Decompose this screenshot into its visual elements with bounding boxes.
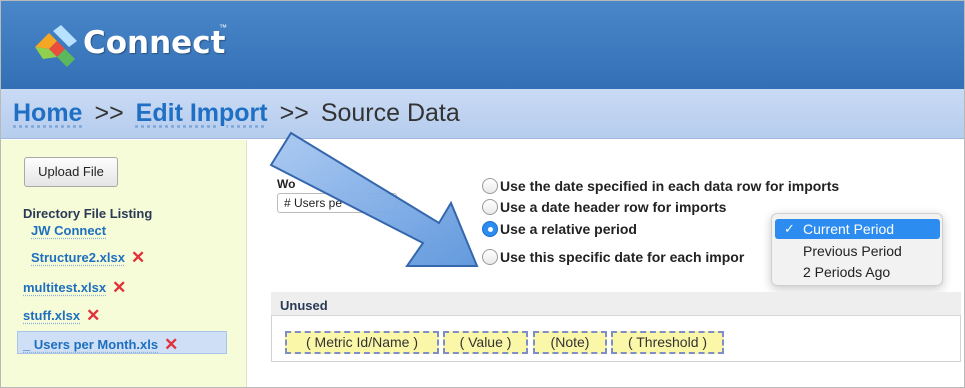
delete-file-icon[interactable]: ✕ (112, 278, 126, 297)
date-option-label: Use this specific date for each impor (500, 249, 745, 265)
delete-file-icon[interactable]: ✕ (86, 306, 100, 325)
field-chip-value[interactable]: ( Value ) (443, 331, 528, 354)
menu-item-label: Previous Period (803, 243, 902, 259)
file-item-structure2[interactable]: Structure2.xlsx ✕ (31, 247, 145, 267)
date-option-label: Use a date header row for imports (500, 199, 727, 215)
file-name: _ Users per Month.xls (23, 337, 159, 352)
menu-item-current-period[interactable]: ✓ Current Period (775, 219, 940, 239)
folder-name: JW Connect (31, 223, 107, 238)
trademark-mark: ™ (219, 23, 227, 32)
file-name: Structure2.xlsx (31, 250, 125, 265)
field-chip-threshold[interactable]: ( Threshold ) (611, 331, 724, 354)
delete-file-icon[interactable]: ✕ (131, 248, 145, 267)
menu-item-previous-period[interactable]: Previous Period (772, 241, 942, 261)
date-option-label: Use the date specified in each data row … (500, 178, 840, 194)
breadcrumb-separator: >> (94, 99, 124, 127)
app-header: Connect ™ (1, 1, 964, 89)
menu-item-label: Current Period (803, 221, 895, 237)
file-name: stuff.xlsx (23, 308, 81, 323)
directory-listing-title: Directory File Listing (23, 206, 153, 221)
app-name: Connect (83, 25, 226, 61)
breadcrumb-current-page: Source Data (320, 99, 460, 127)
checkmark-icon: ✓ (784, 221, 795, 236)
app-window: Connect ™ Home >> Edit Import >> Source Data… (0, 0, 965, 388)
file-name: multitest.xlsx (23, 280, 107, 295)
file-item-stuff[interactable]: stuff.xlsx ✕ (23, 305, 100, 325)
connect-logo[interactable]: Connect ™ (31, 21, 261, 71)
date-option-row-date[interactable]: Use the date specified in each data row … (482, 178, 839, 194)
date-option-label: Use a relative period (500, 221, 637, 237)
field-chip-note[interactable]: (Note) (533, 331, 607, 354)
breadcrumb: Home >> Edit Import >> Source Data (13, 99, 460, 128)
file-item-multitest[interactable]: multitest.xlsx ✕ (23, 277, 126, 297)
unused-panel-header (271, 292, 961, 316)
field-chip-metric-id-name[interactable]: ( Metric Id/Name ) (285, 331, 439, 354)
date-option-relative-period[interactable]: Use a relative period (482, 221, 637, 237)
unused-panel-title: Unused (280, 298, 328, 313)
menu-item-label: 2 Periods Ago (803, 264, 891, 280)
delete-file-icon[interactable]: ✕ (164, 335, 178, 354)
date-option-header-row[interactable]: Use a date header row for imports (482, 199, 726, 215)
folder-link-jw-connect[interactable]: JW Connect (31, 223, 106, 238)
file-item-users-per-month[interactable]: _ Users per Month.xls ✕ (23, 334, 178, 354)
upload-file-button[interactable]: Upload File (24, 157, 118, 187)
logo-icon (35, 25, 77, 67)
period-dropdown-menu: ✓ Current Period Previous Period 2 Period… (771, 213, 943, 286)
annotation-arrow-icon (269, 131, 479, 267)
breadcrumb-home-link[interactable]: Home (13, 99, 82, 127)
date-option-specific-date[interactable]: Use this specific date for each impor (482, 249, 744, 265)
menu-item-2-periods-ago[interactable]: 2 Periods Ago (772, 262, 942, 282)
breadcrumb-separator: >> (279, 99, 309, 127)
breadcrumb-edit-import-link[interactable]: Edit Import (136, 99, 268, 127)
